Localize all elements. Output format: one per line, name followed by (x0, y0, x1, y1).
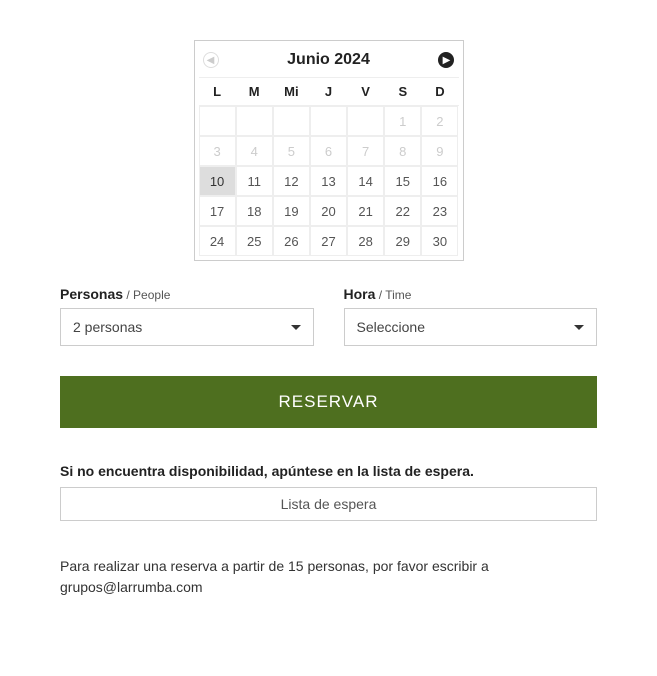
calendar-day[interactable]: 26 (273, 226, 310, 256)
calendar-day[interactable]: 10 (199, 166, 236, 196)
calendar-dow-cell: D (421, 84, 458, 99)
calendar-dow-cell: J (310, 84, 347, 99)
calendar-next-icon[interactable]: ▶ (438, 52, 454, 68)
calendar-dow-row: LMMiJVSD (199, 77, 459, 106)
calendar-dow-cell: L (199, 84, 236, 99)
people-select-value: 2 personas (73, 319, 142, 335)
calendar-title: Junio 2024 (287, 51, 370, 69)
calendar-day[interactable]: 30 (421, 226, 458, 256)
calendar-day[interactable]: 24 (199, 226, 236, 256)
calendar-day: 5 (273, 136, 310, 166)
calendar-dow-cell: V (347, 84, 384, 99)
calendar-day (199, 106, 236, 136)
calendar-dow-cell: Mi (273, 84, 310, 99)
calendar-day: 1 (384, 106, 421, 136)
calendar-day[interactable]: 21 (347, 196, 384, 226)
calendar-day[interactable]: 28 (347, 226, 384, 256)
calendar-day: 4 (236, 136, 273, 166)
time-label: Hora / Time (344, 286, 598, 302)
calendar-day: 2 (421, 106, 458, 136)
calendar-day[interactable]: 20 (310, 196, 347, 226)
caret-down-icon (574, 325, 584, 330)
calendar-day[interactable]: 16 (421, 166, 458, 196)
calendar-day: 8 (384, 136, 421, 166)
reserve-button[interactable]: RESERVAR (60, 376, 597, 428)
footer-text: Para realizar una reserva a partir de 15… (60, 556, 597, 598)
calendar-day (236, 106, 273, 136)
calendar-day: 7 (347, 136, 384, 166)
calendar-day[interactable]: 22 (384, 196, 421, 226)
waitlist-text: Si no encuentra disponibilidad, apúntese… (60, 463, 597, 479)
caret-down-icon (291, 325, 301, 330)
calendar-day (273, 106, 310, 136)
calendar-day[interactable]: 15 (384, 166, 421, 196)
calendar-day[interactable]: 14 (347, 166, 384, 196)
calendar: ◀ Junio 2024 ▶ LMMiJVSD 1234567891011121… (194, 40, 464, 261)
calendar-day[interactable]: 19 (273, 196, 310, 226)
calendar-day[interactable]: 12 (273, 166, 310, 196)
calendar-prev-icon[interactable]: ◀ (203, 52, 219, 68)
calendar-grid: 1234567891011121314151617181920212223242… (199, 106, 459, 256)
waitlist-button[interactable]: Lista de espera (60, 487, 597, 521)
calendar-day[interactable]: 18 (236, 196, 273, 226)
calendar-day[interactable]: 27 (310, 226, 347, 256)
calendar-day: 6 (310, 136, 347, 166)
calendar-day[interactable]: 29 (384, 226, 421, 256)
calendar-day[interactable]: 13 (310, 166, 347, 196)
calendar-day: 9 (421, 136, 458, 166)
calendar-day[interactable]: 25 (236, 226, 273, 256)
time-select-value: Seleccione (357, 319, 426, 335)
calendar-day (310, 106, 347, 136)
people-label: Personas / People (60, 286, 314, 302)
people-select[interactable]: 2 personas (60, 308, 314, 346)
calendar-day[interactable]: 11 (236, 166, 273, 196)
calendar-day[interactable]: 17 (199, 196, 236, 226)
calendar-day[interactable]: 23 (421, 196, 458, 226)
calendar-dow-cell: S (384, 84, 421, 99)
calendar-dow-cell: M (236, 84, 273, 99)
calendar-day (347, 106, 384, 136)
calendar-day: 3 (199, 136, 236, 166)
time-select[interactable]: Seleccione (344, 308, 598, 346)
